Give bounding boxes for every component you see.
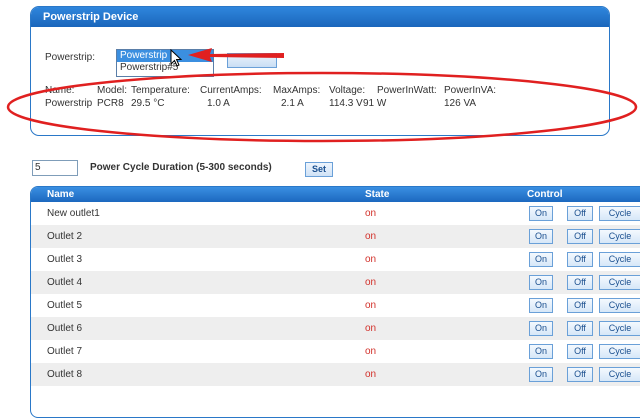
off-button[interactable]: Off: [567, 206, 593, 221]
outlet-name: Outlet 8: [47, 369, 83, 380]
table-row: Outlet 7 on On Off Cycle: [31, 340, 640, 363]
table-header: Name State Control: [31, 187, 640, 202]
on-button[interactable]: On: [529, 367, 553, 382]
table-row: Outlet 2 on On Off Cycle: [31, 225, 640, 248]
cycle-button[interactable]: Cycle: [599, 321, 640, 336]
on-button[interactable]: On: [529, 229, 553, 244]
table-row: Outlet 4 on On Off Cycle: [31, 271, 640, 294]
cycle-button[interactable]: Cycle: [599, 229, 640, 244]
powerstrip-label: Powerstrip:: [45, 52, 96, 63]
table-row: New outlet1 on On Off Cycle: [31, 202, 640, 225]
duration-set-button[interactable]: Set: [305, 162, 333, 177]
off-button[interactable]: Off: [567, 229, 593, 244]
outlet-state: on: [365, 208, 377, 219]
on-button[interactable]: On: [529, 298, 553, 313]
outlet-state: on: [365, 231, 377, 242]
header-control: Control: [527, 189, 563, 200]
off-button[interactable]: Off: [567, 275, 593, 290]
outlet-state: on: [365, 277, 377, 288]
on-button[interactable]: On: [529, 206, 553, 221]
cycle-button[interactable]: Cycle: [599, 367, 640, 382]
cycle-button[interactable]: Cycle: [599, 206, 640, 221]
off-button[interactable]: Off: [567, 367, 593, 382]
red-highlight-ellipse: [6, 71, 638, 143]
outlet-state: on: [365, 346, 377, 357]
on-button[interactable]: On: [529, 344, 553, 359]
outlet-name: Outlet 7: [47, 346, 83, 357]
outlet-name: Outlet 3: [47, 254, 83, 265]
off-button[interactable]: Off: [567, 252, 593, 267]
outlet-name: Outlet 2: [47, 231, 83, 242]
panel-title: Powerstrip Device: [31, 7, 609, 27]
off-button[interactable]: Off: [567, 344, 593, 359]
outlet-state: on: [365, 254, 377, 265]
duration-input[interactable]: 5: [32, 160, 78, 176]
red-arrow-icon: [188, 48, 284, 62]
outlet-name: New outlet1: [47, 208, 100, 219]
cycle-button[interactable]: Cycle: [599, 275, 640, 290]
header-state: State: [365, 189, 390, 200]
table-row: Outlet 5 on On Off Cycle: [31, 294, 640, 317]
outlet-name: Outlet 6: [47, 323, 83, 334]
outlet-state: on: [365, 369, 377, 380]
header-name: Name: [47, 189, 75, 200]
cycle-button[interactable]: Cycle: [599, 298, 640, 313]
outlet-name: Outlet 5: [47, 300, 83, 311]
cycle-button[interactable]: Cycle: [599, 344, 640, 359]
outlets-table: Name State Control New outlet1 on On Off Cyc…: [30, 186, 640, 418]
on-button[interactable]: On: [529, 321, 553, 336]
duration-label: Power Cycle Duration (5-300 seconds): [90, 162, 272, 173]
on-button[interactable]: On: [529, 275, 553, 290]
outlet-state: on: [365, 323, 377, 334]
outlet-state: on: [365, 300, 377, 311]
on-button[interactable]: On: [529, 252, 553, 267]
cycle-button[interactable]: Cycle: [599, 252, 640, 267]
table-row: Outlet 6 on On Off Cycle: [31, 317, 640, 340]
off-button[interactable]: Off: [567, 298, 593, 313]
outlet-name: Outlet 4: [47, 277, 83, 288]
table-row: Outlet 8 on On Off Cycle: [31, 363, 640, 386]
table-row: Outlet 3 on On Off Cycle: [31, 248, 640, 271]
off-button[interactable]: Off: [567, 321, 593, 336]
